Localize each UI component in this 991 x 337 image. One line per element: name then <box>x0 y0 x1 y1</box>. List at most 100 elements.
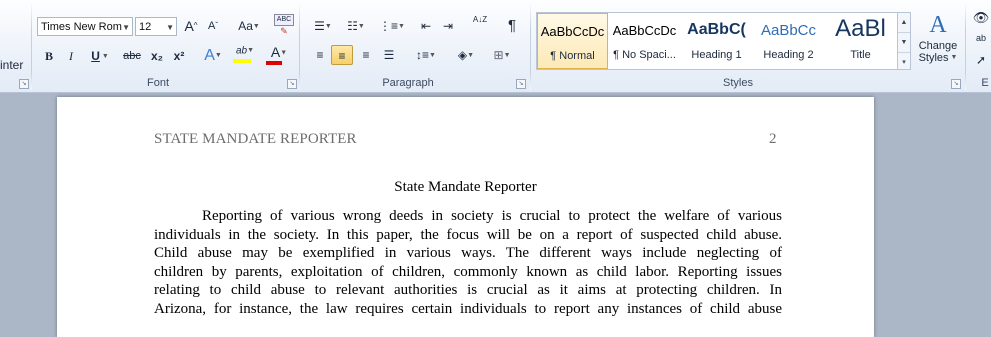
paragraph-launcher-icon[interactable]: ↘ <box>516 79 526 89</box>
style-normal[interactable]: AaBbCcDc ¶ Normal <box>537 13 608 69</box>
sort-button[interactable]: A↓Z <box>470 14 490 34</box>
bullets-button[interactable]: ☰▼ <box>310 16 336 36</box>
style-no-spacing[interactable]: AaBbCcDc ¶ No Spaci... <box>609 13 680 69</box>
text-effects-button[interactable]: A▼ <box>200 46 226 66</box>
increase-indent-button[interactable]: ⇥ <box>438 16 458 36</box>
align-center-icon: ≡ <box>338 49 346 63</box>
italic-icon: I <box>69 49 73 63</box>
style-sample: AaBl <box>835 15 886 42</box>
paragraph-line: children by parents, exploitation of chi… <box>154 263 782 280</box>
paint-bucket-icon: ◈ <box>457 48 468 62</box>
replace-icon: ab <box>975 33 986 43</box>
style-name: Title <box>850 49 871 61</box>
editing-group-label: E <box>981 77 989 89</box>
font-launcher-icon[interactable]: ↘ <box>287 79 297 89</box>
paragraph-group-label: Paragraph <box>382 77 434 89</box>
change-styles-label-2: Styles ▼ <box>918 52 958 64</box>
more-styles-icon[interactable]: ▾ <box>898 53 910 72</box>
group-separator <box>299 4 300 90</box>
align-right-icon: ≡ <box>362 48 370 62</box>
find-button[interactable]: 👁 <box>972 8 990 28</box>
clipboard-launcher-icon[interactable]: ↘ <box>19 79 29 89</box>
style-name: Heading 2 <box>763 49 814 61</box>
ribbon: inter ↘ Times New Rom ▼ 12 ▼ A^ Aˇ Aa▼ A… <box>0 0 991 93</box>
superscript-icon: x² <box>173 49 185 63</box>
document-title: State Mandate Reporter <box>394 179 537 195</box>
styles-group-label: Styles <box>723 77 753 89</box>
document-page[interactable]: STATE MANDATE REPORTER 2 State Mandate R… <box>57 97 874 337</box>
align-center-button[interactable]: ≡ <box>331 45 353 65</box>
justify-button[interactable]: ☰ <box>378 45 400 65</box>
font-color-button[interactable]: A▼ <box>265 44 293 66</box>
style-name: Heading 1 <box>691 49 742 61</box>
styles-gallery-scroll[interactable]: ▲ ▼ ▾ <box>898 12 911 70</box>
style-sample: AaBbCc <box>760 22 817 39</box>
scroll-down-icon[interactable]: ▼ <box>898 33 910 53</box>
style-sample: AaBbCcDc <box>612 23 677 38</box>
strikethrough-button[interactable]: abc <box>120 46 144 66</box>
underline-icon: U <box>91 49 100 63</box>
italic-button[interactable]: I <box>62 46 80 66</box>
body-paragraph: Reporting of various wrong deeds in soci… <box>154 207 782 318</box>
replace-button[interactable]: ab <box>972 28 990 48</box>
font-color-icon: A <box>270 44 281 60</box>
underline-button[interactable]: U ▼ <box>86 46 114 66</box>
shading-button[interactable]: ◈▼ <box>452 45 480 65</box>
paragraph-line: individuals in the society. In this pape… <box>154 226 782 243</box>
show-marks-button[interactable]: ¶ <box>502 16 522 36</box>
align-left-button[interactable]: ≡ <box>309 45 331 65</box>
font-size-combo[interactable]: 12 ▼ <box>135 17 177 36</box>
cursor-arrow-icon: ➚ <box>975 53 987 67</box>
text-effects-icon: A <box>204 47 215 65</box>
justify-icon: ☰ <box>383 48 395 62</box>
page-number: 2 <box>769 131 777 147</box>
font-name-value: Times New Rom <box>41 21 122 33</box>
grow-font-button[interactable]: A^ <box>181 16 201 36</box>
decrease-indent-icon: ⇤ <box>420 19 432 33</box>
styles-gallery: AaBbCcDc ¶ Normal AaBbCcDc ¶ No Spaci...… <box>536 12 898 70</box>
group-separator <box>31 4 32 90</box>
style-name: ¶ Normal <box>550 50 595 62</box>
multilevel-list-icon: ⋮≡ <box>379 19 399 33</box>
change-styles-label: Change <box>918 40 958 52</box>
highlight-icon: ab <box>235 45 248 57</box>
style-heading-1[interactable]: AaBbC( Heading 1 <box>681 13 752 69</box>
chevron-down-icon: ▼ <box>122 23 130 32</box>
paragraph-line: Child abuse may be exemplified in variou… <box>154 245 782 261</box>
numbering-button[interactable]: ☷▼ <box>342 16 370 36</box>
paragraph-line: Reporting of various wrong deeds in soci… <box>202 208 782 224</box>
style-sample: AaBbC( <box>687 21 746 38</box>
group-separator <box>965 4 966 90</box>
running-header: STATE MANDATE REPORTER <box>154 131 357 147</box>
font-name-combo[interactable]: Times New Rom ▼ <box>37 17 133 36</box>
style-name: ¶ No Spaci... <box>613 49 676 61</box>
styles-launcher-icon[interactable]: ↘ <box>951 79 961 89</box>
subscript-icon: x₂ <box>150 49 163 63</box>
highlight-button[interactable]: ab▼ <box>232 44 258 64</box>
line-spacing-button[interactable]: ↕≡▼ <box>412 45 440 65</box>
numbering-icon: ☷ <box>347 19 358 33</box>
select-button[interactable]: ➚ <box>972 50 990 70</box>
change-case-button[interactable]: Aa▼ <box>234 16 264 36</box>
binoculars-icon: 👁 <box>972 10 990 25</box>
scroll-up-icon[interactable]: ▲ <box>898 13 910 33</box>
change-styles-icon: A <box>929 12 947 38</box>
clear-formatting-button[interactable]: ABC ✎ <box>274 14 294 36</box>
bold-button[interactable]: B <box>40 46 58 66</box>
decrease-indent-button[interactable]: ⇤ <box>416 16 436 36</box>
align-right-button[interactable]: ≡ <box>355 45 377 65</box>
style-heading-2[interactable]: AaBbCc Heading 2 <box>753 13 824 69</box>
subscript-button[interactable]: x₂ <box>148 46 166 66</box>
change-styles-button[interactable]: A Change Styles ▼ <box>916 10 960 72</box>
borders-button[interactable]: ⊞▼ <box>488 45 516 65</box>
bold-icon: B <box>44 49 53 63</box>
multilevel-list-button[interactable]: ⋮≡▼ <box>378 16 406 36</box>
style-title[interactable]: AaBl Title <box>825 13 896 69</box>
font-group-label: Font <box>146 77 169 89</box>
grow-font-icon: A <box>184 18 194 34</box>
shrink-font-button[interactable]: Aˇ <box>204 16 222 36</box>
font-size-value: 12 <box>139 21 152 33</box>
superscript-button[interactable]: x² <box>170 46 188 66</box>
format-painter-button[interactable]: inter <box>0 55 28 75</box>
strikethrough-icon: abc <box>123 50 141 62</box>
